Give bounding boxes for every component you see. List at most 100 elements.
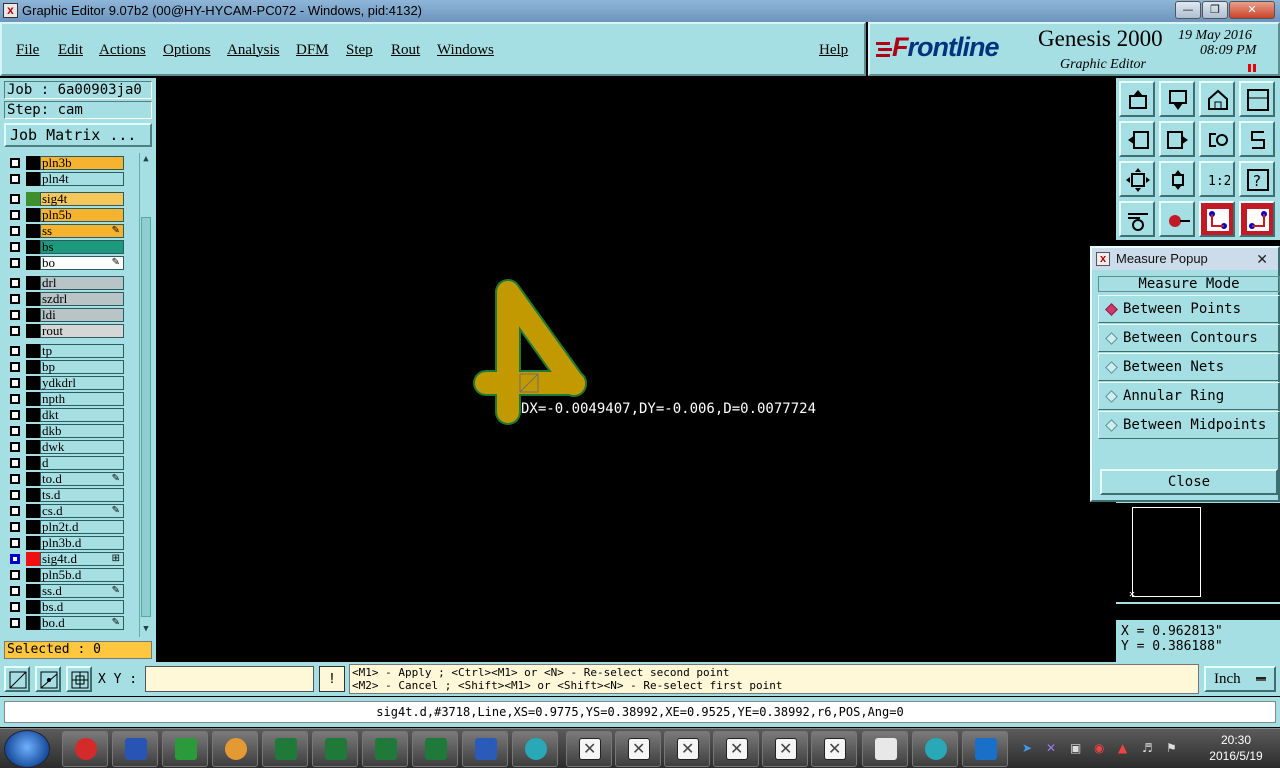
help-icon[interactable]: ? — [1239, 161, 1275, 197]
layer-row[interactable]: sig4t.d ⊞ — [4, 552, 126, 566]
layer-checkbox[interactable] — [10, 346, 20, 356]
layer-checkbox[interactable] — [10, 326, 20, 336]
layer-checkbox[interactable] — [10, 586, 20, 596]
layer-name[interactable]: cs.d ✎ — [40, 504, 124, 518]
maximize-button[interactable]: ❐ — [1202, 1, 1228, 19]
layer-name[interactable]: dwk — [40, 440, 124, 454]
layer-name[interactable]: pln4t — [40, 172, 124, 186]
layer-color-swatch[interactable] — [26, 292, 40, 306]
layer-name[interactable]: pln3b.d — [40, 536, 124, 550]
layer-color-swatch[interactable] — [26, 376, 40, 390]
layer-row[interactable]: rout — [4, 324, 126, 338]
layer-name[interactable]: sig4t.d ⊞ — [40, 552, 124, 566]
layer-name[interactable]: pln5b.d — [40, 568, 124, 582]
layer-color-swatch[interactable] — [26, 156, 40, 170]
job-matrix-button[interactable]: Job Matrix ... — [4, 123, 152, 147]
layer-color-swatch[interactable] — [26, 488, 40, 502]
layer-checkbox[interactable] — [10, 410, 20, 420]
layer-list-scrollbar[interactable]: ▲ ▼ — [139, 153, 152, 637]
redraw-icon[interactable] — [1239, 121, 1275, 157]
layer-color-swatch[interactable] — [26, 276, 40, 290]
scroll-thumb[interactable] — [141, 217, 151, 617]
menu-help[interactable]: Help — [819, 42, 848, 59]
layer-name[interactable]: tp — [40, 344, 124, 358]
layer-row[interactable]: d — [4, 456, 126, 470]
layer-name[interactable]: ts.d — [40, 488, 124, 502]
layer-checkbox[interactable] — [10, 554, 20, 564]
layer-name[interactable]: szdrl — [40, 292, 124, 306]
option-between-midpoints[interactable]: Between Midpoints — [1098, 411, 1280, 439]
taskbar-save-icon[interactable] — [112, 731, 158, 767]
layer-row[interactable]: tp — [4, 344, 126, 358]
menu-windows[interactable]: Windows — [437, 42, 494, 59]
layer-color-swatch[interactable] — [26, 224, 40, 238]
taskbar-shell-icon[interactable] — [212, 731, 258, 767]
snap-grid-icon[interactable] — [4, 666, 30, 692]
layer-row[interactable]: pln3b — [4, 156, 126, 170]
tray-x-icon[interactable]: ✕ — [1046, 741, 1060, 755]
graphic-canvas[interactable] — [156, 78, 1116, 662]
layer-row[interactable]: drl — [4, 276, 126, 290]
layer-color-swatch[interactable] — [26, 552, 40, 566]
layer-color-swatch[interactable] — [26, 472, 40, 486]
layer-checkbox[interactable] — [10, 378, 20, 388]
layer-color-swatch[interactable] — [26, 344, 40, 358]
taskbar-x-window-1[interactable] — [566, 731, 612, 767]
taskbar-excel-1-icon[interactable] — [262, 731, 308, 767]
taskbar-x-window-2[interactable] — [615, 731, 661, 767]
layer-color-swatch[interactable] — [26, 360, 40, 374]
layer-name[interactable]: pln3b — [40, 156, 124, 170]
option-between-nets[interactable]: Between Nets — [1098, 353, 1280, 381]
layer-name[interactable]: pln2t.d — [40, 520, 124, 534]
taskbar-clock[interactable]: 20:30 2016/5/19 — [1196, 732, 1276, 764]
layer-name[interactable]: drl — [40, 276, 124, 290]
layer-checkbox[interactable] — [10, 506, 20, 516]
layer-row[interactable]: bo ✎ — [4, 256, 126, 270]
layer-name[interactable]: to.d ✎ — [40, 472, 124, 486]
tray-flag-icon[interactable]: ⚑ — [1166, 741, 1180, 755]
layer-name[interactable]: bs — [40, 240, 124, 254]
layer-row[interactable]: sig4t — [4, 192, 126, 206]
taskbar-f-icon[interactable] — [962, 731, 1008, 767]
tray-volume-icon[interactable]: ♬ — [1142, 741, 1156, 755]
layer-row[interactable]: bo.d ✎ — [4, 616, 126, 630]
undo-zoom-icon[interactable] — [1199, 121, 1235, 157]
layer-checkbox[interactable] — [10, 158, 20, 168]
layer-checkbox[interactable] — [10, 174, 20, 184]
layer-color-swatch[interactable] — [26, 256, 40, 270]
layer-name[interactable]: ydkdrl — [40, 376, 124, 390]
taskbar-excel-4-icon[interactable] — [412, 731, 458, 767]
layer-row[interactable]: cs.d ✎ — [4, 504, 126, 518]
overview-map[interactable]: ✕ — [1116, 502, 1280, 604]
taskbar-app-genesis-icon[interactable] — [62, 731, 108, 767]
layer-checkbox[interactable] — [10, 490, 20, 500]
taskbar-eye-icon[interactable] — [512, 731, 558, 767]
layer-name[interactable]: pln5b — [40, 208, 124, 222]
pan-left-icon[interactable] — [1119, 121, 1155, 157]
layer-color-swatch[interactable] — [26, 536, 40, 550]
tray-network-icon[interactable]: ▣ — [1070, 741, 1084, 755]
tray-security-icon[interactable]: ◉ — [1094, 741, 1108, 755]
snap-center-icon[interactable] — [66, 666, 92, 692]
menu-file[interactable]: File — [16, 42, 39, 59]
layer-row[interactable]: pln2t.d — [4, 520, 126, 534]
taskbar-app-p-icon[interactable] — [162, 731, 208, 767]
zoom-in-icon[interactable] — [1159, 161, 1195, 197]
layer-color-swatch[interactable] — [26, 600, 40, 614]
home-icon[interactable] — [1199, 81, 1235, 117]
snap-icon[interactable] — [1159, 201, 1195, 237]
layer-checkbox[interactable] — [10, 474, 20, 484]
layer-color-swatch[interactable] — [26, 208, 40, 222]
option-annular-ring[interactable]: Annular Ring — [1098, 382, 1280, 410]
close-button[interactable]: ✕ — [1229, 1, 1275, 19]
layer-checkbox[interactable] — [10, 258, 20, 268]
menu-options[interactable]: Options — [163, 42, 211, 59]
taskbar-eye-2-icon[interactable] — [912, 731, 958, 767]
layer-color-swatch[interactable] — [26, 408, 40, 422]
layer-row[interactable]: dkb — [4, 424, 126, 438]
layer-row[interactable]: pln5b — [4, 208, 126, 222]
layer-row[interactable]: bp — [4, 360, 126, 374]
option-between-points[interactable]: Between Points — [1098, 295, 1280, 323]
layer-row[interactable]: bs.d — [4, 600, 126, 614]
layer-row[interactable]: ss.d ✎ — [4, 584, 126, 598]
